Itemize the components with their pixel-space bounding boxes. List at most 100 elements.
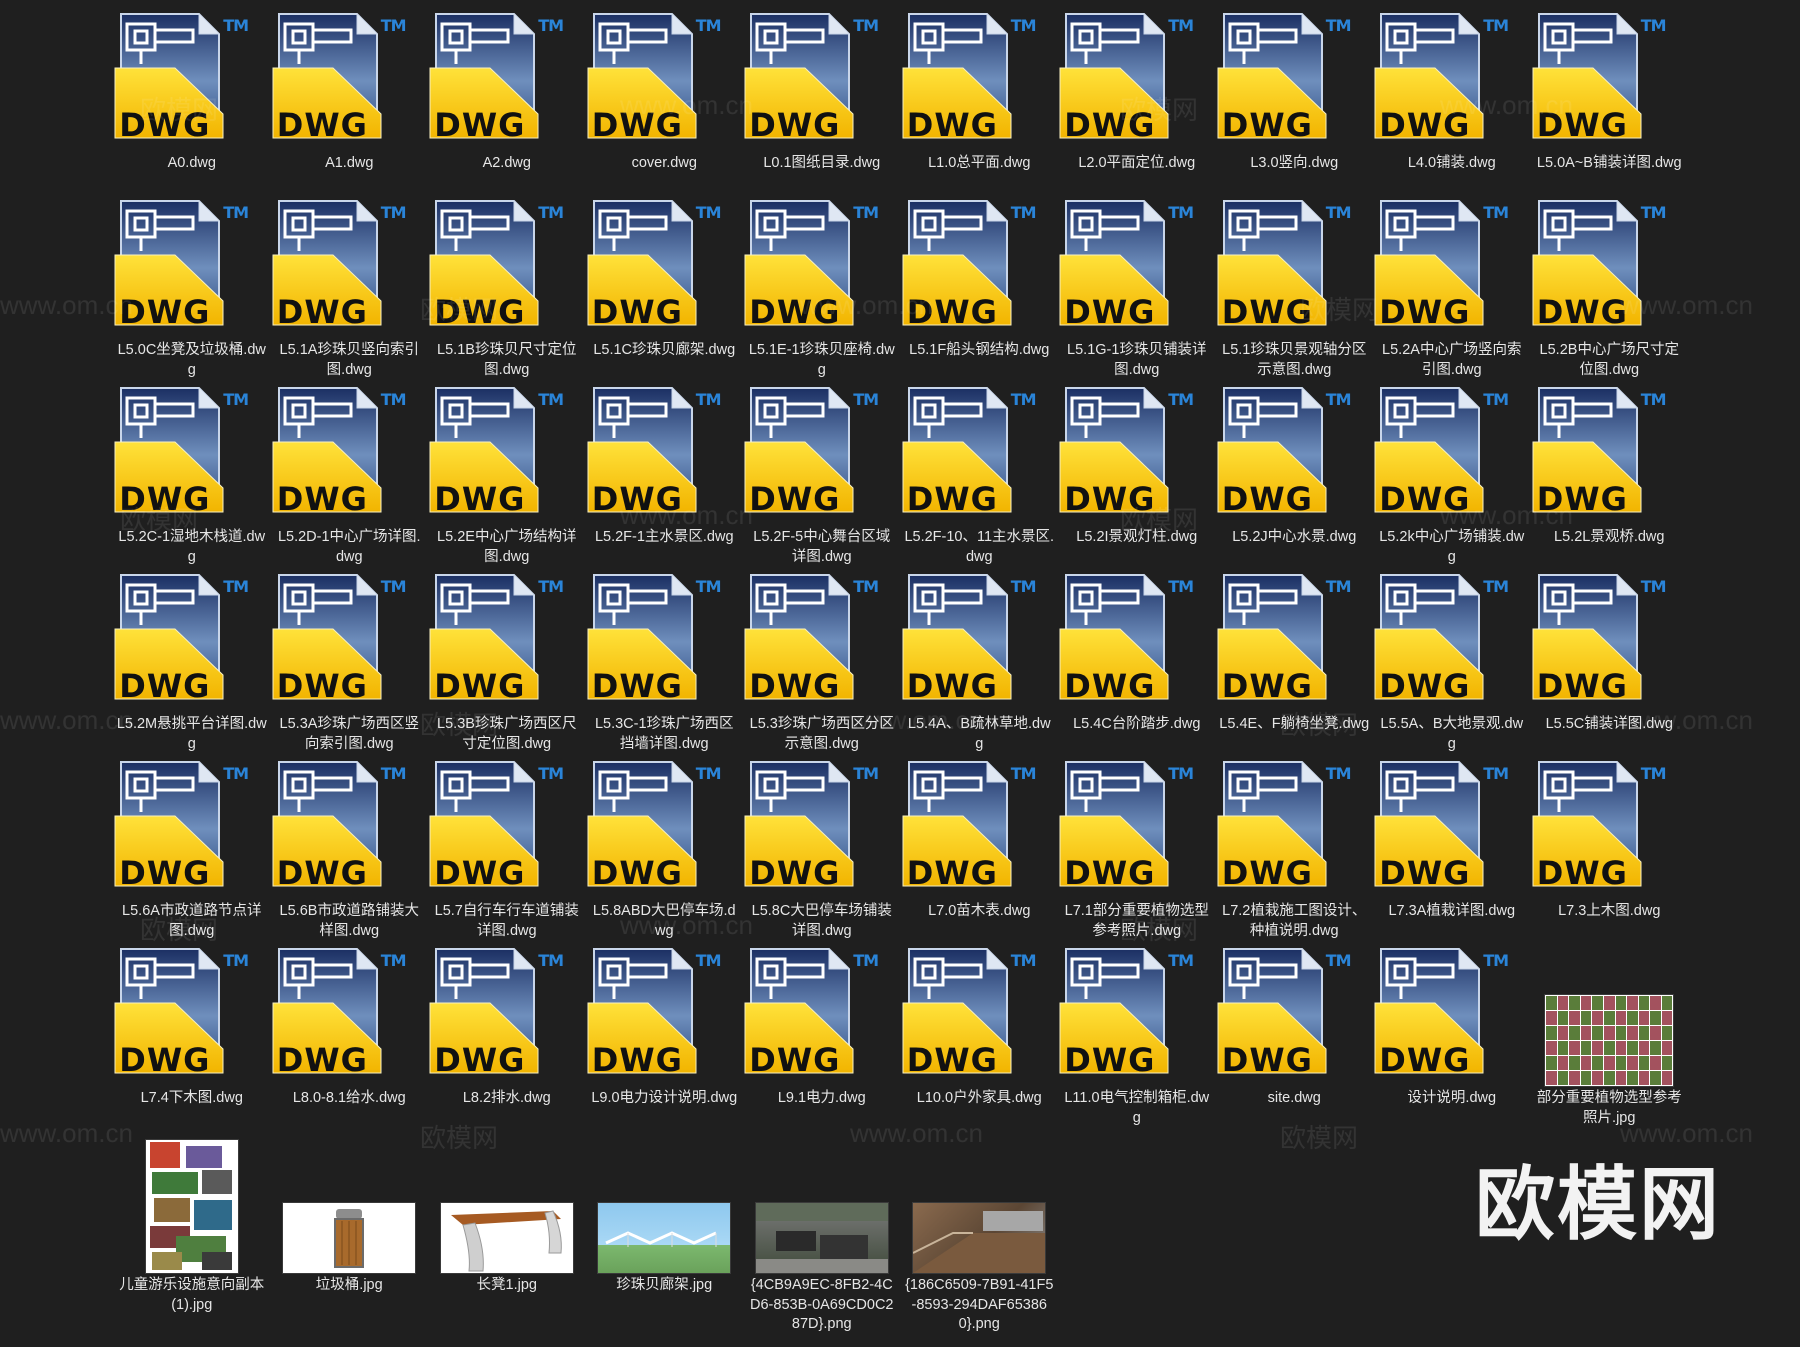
file-item-dwg[interactable]: TM DWG L7.0苗木表.dwg (901, 758, 1059, 945)
file-item-dwg[interactable]: TM DWG L5.2J中心水景.dwg (1216, 384, 1374, 571)
tm-badge: TM (695, 390, 722, 409)
file-name-label: L7.4下木图.dwg (140, 1090, 243, 1106)
file-item-dwg[interactable]: TM DWG L5.1A珍珠贝竖向索引图.dwg (271, 197, 429, 384)
file-name-label: L3.0竖向.dwg (1250, 155, 1339, 171)
file-icon: TM DWG (271, 758, 428, 900)
file-item-dwg[interactable]: TM DWG 设计说明.dwg (1373, 945, 1531, 1132)
file-item-dwg[interactable]: TM DWG L3.0竖向.dwg (1216, 10, 1374, 197)
file-item-dwg[interactable]: TM DWG L5.8C大巴停车场铺装详图.dwg (743, 758, 901, 945)
file-item-dwg[interactable]: TM DWG L5.5A、B大地景观.dwg (1373, 571, 1531, 758)
dwg-type-text: DWG (591, 1041, 683, 1079)
dwg-type-text: DWG (1379, 293, 1471, 331)
file-icon: TM DWG (1058, 197, 1215, 339)
file-item-image[interactable]: {4CB9A9EC-8FB2-4CD6-853B-0A69CD0C287D}.p… (743, 1132, 901, 1342)
tm-badge: TM (1640, 577, 1667, 596)
file-name-label: L4.0铺装.dwg (1407, 155, 1496, 171)
file-item-image[interactable]: 部分重要植物选型参考照片.jpg (1531, 945, 1689, 1132)
file-icon: TM DWG (1058, 10, 1215, 152)
file-item-dwg[interactable]: TM DWG L5.4C台阶踏步.dwg (1058, 571, 1216, 758)
dwg-type-text: DWG (1064, 667, 1156, 705)
dwg-type-text: DWG (1221, 480, 1313, 518)
file-name-label: L5.1F船头钢结构.dwg (909, 342, 1050, 358)
watermark: www.om.cn (620, 90, 753, 120)
file-item-dwg[interactable]: TM DWG L9.1电力.dwg (743, 945, 901, 1132)
image-thumbnail (597, 1202, 732, 1274)
image-thumbnail (1544, 994, 1675, 1087)
file-item-dwg[interactable]: TM DWG L7.2植栽施工图设计、种植说明.dwg (1216, 758, 1374, 945)
tm-badge: TM (1010, 16, 1037, 35)
file-name-label: L5.1B珍珠贝尺寸定位图.dwg (437, 342, 577, 378)
file-item-dwg[interactable]: TM DWG L5.2E中心广场结构详图.dwg (428, 384, 586, 571)
file-item-image[interactable]: 儿童游乐设施意向副本(1).jpg (113, 1132, 271, 1342)
dwg-type-text: DWG (749, 854, 841, 892)
file-item-dwg[interactable]: TM DWG L5.6B市政道路铺装大样图.dwg (271, 758, 429, 945)
file-item-dwg[interactable]: TM DWG L5.3A珍珠广场西区竖向索引图.dwg (271, 571, 429, 758)
tm-badge: TM (1168, 390, 1194, 409)
file-item-dwg[interactable]: TM DWG L9.0电力设计说明.dwg (586, 945, 744, 1132)
file-item-dwg[interactable]: TM DWG L5.3C-1珍珠广场西区挡墙详图.dwg (586, 571, 744, 758)
file-item-dwg[interactable]: TM DWG L5.2L景观桥.dwg (1531, 384, 1689, 571)
tm-badge: TM (1640, 203, 1667, 222)
file-icon: TM DWG (113, 571, 270, 713)
dwg-type-text: DWG (906, 480, 998, 518)
file-item-dwg[interactable]: TM DWG site.dwg (1216, 945, 1374, 1132)
file-item-dwg[interactable]: TM DWG L5.2I景观灯柱.dwg (1058, 384, 1216, 571)
file-name-label: L5.6B市政道路铺装大样图.dwg (279, 903, 419, 939)
tm-badge: TM (1483, 390, 1509, 409)
file-item-image[interactable]: 垃圾桶.jpg (271, 1132, 429, 1342)
file-item-dwg[interactable]: TM DWG L7.3A植栽详图.dwg (1373, 758, 1531, 945)
file-item-dwg[interactable]: TM DWG L7.3上木图.dwg (1531, 758, 1689, 945)
file-name-label: L5.2M悬挑平台详图.dwg (116, 716, 267, 752)
file-item-dwg[interactable]: TM DWG L8.2排水.dwg (428, 945, 586, 1132)
file-item-dwg[interactable]: TM DWG A2.dwg (428, 10, 586, 197)
tm-badge: TM (1483, 577, 1509, 596)
tm-badge: TM (695, 577, 722, 596)
file-item-image[interactable]: {186C6509-7B91-41F5-8593-294DAF653860}.p… (901, 1132, 1059, 1342)
tm-badge: TM (1325, 203, 1352, 222)
dwg-type-text: DWG (1379, 1041, 1471, 1079)
file-name-label: L5.5A、B大地景观.dwg (1380, 716, 1524, 752)
file-item-image[interactable]: 珍珠贝廊架.jpg (586, 1132, 744, 1342)
file-item-dwg[interactable]: TM DWG L5.2M悬挑平台详图.dwg (113, 571, 271, 758)
watermark: www.om.cn (0, 705, 133, 735)
watermark: 欧模网 (1120, 505, 1199, 535)
dwg-type-text: DWG (119, 1041, 211, 1079)
file-item-dwg[interactable]: TM DWG L5.2F-10、11主水景区.dwg (901, 384, 1059, 571)
file-item-dwg[interactable]: TM DWG L5.7自行车行车道铺装详图.dwg (428, 758, 586, 945)
dwg-type-text: DWG (276, 480, 368, 518)
dwg-type-text: DWG (1536, 293, 1628, 331)
file-item-dwg[interactable]: TM DWG L5.2D-1中心广场详图.dwg (271, 384, 429, 571)
tm-badge: TM (1483, 203, 1509, 222)
watermark: 欧模网 (1280, 710, 1359, 740)
thumbnail-frame (113, 1132, 270, 1274)
file-item-dwg[interactable]: TM DWG L0.1图纸目录.dwg (743, 10, 901, 197)
file-item-dwg[interactable]: TM DWG L5.0C坐凳及垃圾桶.dwg (113, 197, 271, 384)
file-item-dwg[interactable]: TM DWG L5.2C-1湿地木栈道.dwg (113, 384, 271, 571)
file-item-dwg[interactable]: TM DWG L7.4下木图.dwg (113, 945, 271, 1132)
file-item-dwg[interactable]: TM DWG L5.2A中心广场竖向索引图.dwg (1373, 197, 1531, 384)
file-name-label: L9.1电力.dwg (777, 1090, 866, 1106)
file-item-dwg[interactable]: TM DWG L5.1C珍珠贝廊架.dwg (586, 197, 744, 384)
file-icon: TM DWG (901, 571, 1058, 713)
file-item-image[interactable]: 长凳1.jpg (428, 1132, 586, 1342)
tm-badge: TM (853, 203, 879, 222)
file-icon: TM DWG (1373, 197, 1530, 339)
file-name-label: L5.2J中心水景.dwg (1232, 529, 1357, 545)
file-item-dwg[interactable]: TM DWG L10.0户外家具.dwg (901, 945, 1059, 1132)
file-item-dwg[interactable]: TM DWG L1.0总平面.dwg (901, 10, 1059, 197)
file-item-dwg[interactable]: TM DWG L5.2F-5中心舞台区域详图.dwg (743, 384, 901, 571)
file-icon: TM DWG (1373, 10, 1530, 152)
file-item-dwg[interactable]: TM DWG A1.dwg (271, 10, 429, 197)
file-icon: TM DWG (1531, 758, 1688, 900)
file-icon: TM DWG (271, 945, 428, 1087)
tm-badge: TM (538, 577, 564, 596)
tm-badge: TM (1325, 577, 1352, 596)
file-item-dwg[interactable]: TM DWG L5.2F-1主水景区.dwg (586, 384, 744, 571)
file-item-dwg[interactable]: TM DWG L8.0-8.1给水.dwg (271, 945, 429, 1132)
file-item-dwg[interactable]: TM DWG L5.1G-1珍珠贝铺装详图.dwg (1058, 197, 1216, 384)
dwg-type-text: DWG (906, 1041, 998, 1079)
file-item-dwg[interactable]: TM DWG L11.0电气控制箱柜.dwg (1058, 945, 1216, 1132)
file-item-dwg[interactable]: TM DWG L5.2k中心广场铺装.dwg (1373, 384, 1531, 571)
tm-badge: TM (1483, 16, 1509, 35)
tm-badge: TM (1640, 390, 1667, 409)
